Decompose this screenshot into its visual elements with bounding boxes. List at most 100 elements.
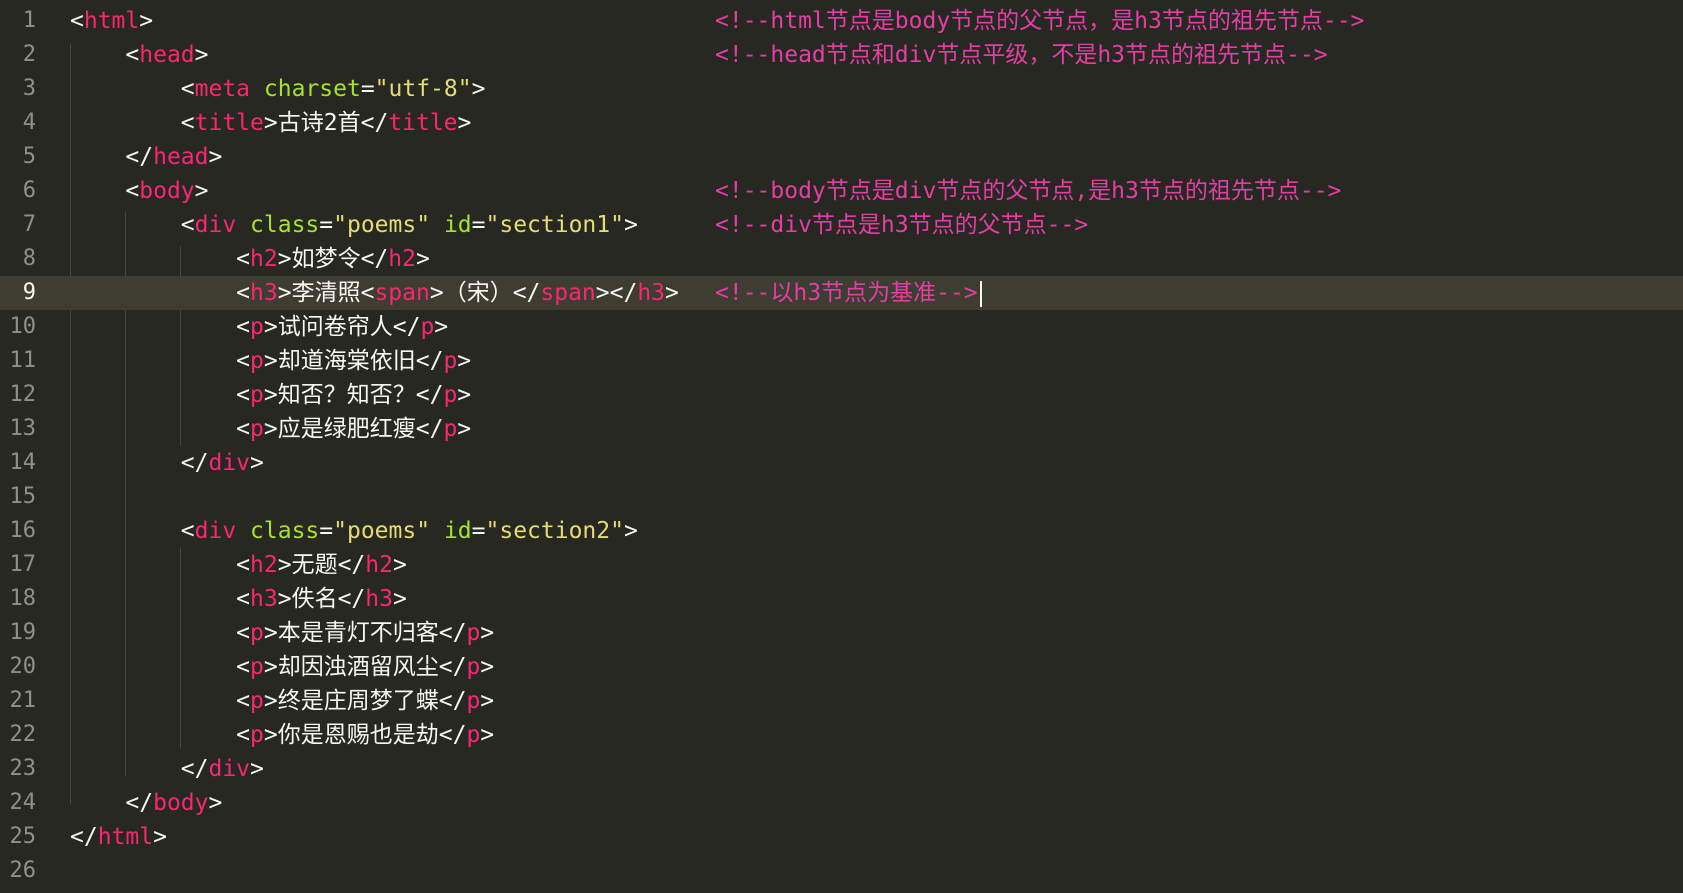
code-text: <p>知否？知否？</p> <box>70 378 471 412</box>
code-text: <title>古诗2首</title> <box>70 106 472 140</box>
code-token: > <box>277 586 292 612</box>
code-token: </ <box>360 110 389 136</box>
code-token: > <box>665 280 679 306</box>
code-text: <p>终是庄周梦了蝶</p> <box>70 684 494 718</box>
code-text: <meta charset="utf-8"> <box>70 72 486 106</box>
code-token: （宋） <box>443 280 513 306</box>
line-number: 3 <box>22 76 36 101</box>
code-token: = <box>319 212 334 238</box>
code-line[interactable]: 14 </div> <box>0 446 1683 480</box>
code-token: > <box>263 110 278 136</box>
code-text: <div class="poems" id="section1"> <box>70 208 638 242</box>
line-number: 24 <box>9 790 37 815</box>
code-line[interactable]: 25 </html> <box>0 820 1683 854</box>
code-token: > <box>623 518 638 544</box>
code-token: > <box>263 722 278 748</box>
code-token: div <box>194 518 237 544</box>
code-token: > <box>457 110 472 136</box>
code-token: p <box>443 382 458 408</box>
code-token: > <box>392 552 407 578</box>
code-line[interactable]: 6 <body> <!--body节点是div节点的父节点,是h3节点的祖先节点-… <box>0 174 1683 208</box>
code-token: head <box>139 42 195 68</box>
line-number: 10 <box>9 314 37 339</box>
code-token: </ <box>70 824 98 850</box>
code-text: <head> <box>70 38 209 72</box>
line-number: 25 <box>9 824 37 849</box>
code-token: 你是恩赐也是劫 <box>277 722 439 748</box>
code-token: > <box>263 382 278 408</box>
line-number: 4 <box>22 110 36 135</box>
code-line[interactable]: 19 <p>本是青灯不归客</p> <box>0 616 1683 650</box>
code-token: </ <box>438 654 467 680</box>
code-token: "section2" <box>485 518 624 544</box>
code-line[interactable]: 4 <title>古诗2首</title> <box>0 106 1683 140</box>
code-line[interactable]: 22 <p>你是恩赐也是劫</p> <box>0 718 1683 752</box>
code-text: </body> <box>70 786 222 820</box>
code-line[interactable]: 12 <p>知否？知否？</p> <box>0 378 1683 412</box>
code-comment: <!--以h3节点为基准--> <box>715 276 982 310</box>
code-token: > <box>471 76 486 102</box>
code-line[interactable]: 11 <p>却道海棠依旧</p> <box>0 344 1683 378</box>
code-token: class <box>250 518 320 544</box>
code-token: p <box>420 314 435 340</box>
comment-text: <!--head节点和div节点平级，不是h3节点的祖先节点--> <box>715 42 1328 68</box>
code-text: <div class="poems" id="section2"> <box>70 514 638 548</box>
code-text: <h2>无题</h2> <box>70 548 407 582</box>
code-token: h2 <box>365 552 393 578</box>
code-token: html <box>83 8 140 34</box>
code-line[interactable]: 21 <p>终是庄周梦了蝶</p> <box>0 684 1683 718</box>
code-line[interactable]: 3 <meta charset="utf-8"> <box>0 72 1683 106</box>
code-token: h3 <box>637 280 666 306</box>
code-token: > <box>263 348 278 374</box>
code-line[interactable]: 5 </head> <box>0 140 1683 174</box>
code-token: < <box>70 314 251 340</box>
code-line[interactable]: 26 <box>0 854 1683 888</box>
code-token: 知否？知否？ <box>277 382 416 408</box>
code-line[interactable]: 1 <html> <!--html节点是body节点的父节点，是h3节点的祖先节点-… <box>0 4 1683 38</box>
code-line[interactable]: 8 <h2>如梦令</h2> <box>0 242 1683 276</box>
code-text: <p>本是青灯不归客</p> <box>70 616 494 650</box>
line-number: 22 <box>9 722 37 747</box>
code-editor[interactable]: 1 <html> <!--html节点是body节点的父节点，是h3节点的祖先节点-… <box>0 0 1683 893</box>
code-token: </ <box>337 552 366 578</box>
code-line[interactable]: 2 <head> <!--head节点和div节点平级，不是h3节点的祖先节点--… <box>0 38 1683 72</box>
code-line[interactable]: 13 <p>应是绿肥红瘦</p> <box>0 412 1683 446</box>
code-line[interactable]: 7 <div class="poems" id="section1"> <!--d… <box>0 208 1683 242</box>
code-token: = <box>471 518 486 544</box>
code-line[interactable]: 24 </body> <box>0 786 1683 820</box>
code-token: title <box>388 110 458 136</box>
code-token: p <box>466 688 481 714</box>
line-number: 15 <box>9 484 37 509</box>
code-line[interactable]: 20 <p>却因浊酒留风尘</p> <box>0 650 1683 684</box>
line-number: 16 <box>9 518 37 543</box>
code-token: </ <box>438 620 467 646</box>
code-token: > <box>457 348 472 374</box>
code-line[interactable]: 18 <h3>佚名</h3> <box>0 582 1683 616</box>
code-token: "poems" <box>333 518 431 544</box>
code-token: 却因浊酒留风尘 <box>277 654 439 680</box>
code-token: body <box>139 178 195 204</box>
code-token: h3 <box>250 280 278 306</box>
code-token: > <box>480 722 495 748</box>
code-line[interactable]: 17 <h2>无题</h2> <box>0 548 1683 582</box>
code-token: p <box>250 382 264 408</box>
code-token: 古诗2首 <box>277 110 361 136</box>
code-line[interactable]: 16 <div class="poems" id="section2"> <box>0 514 1683 548</box>
code-token: > <box>194 42 209 68</box>
code-token: p <box>250 348 264 374</box>
code-line[interactable]: 15 <box>0 480 1683 514</box>
code-token: > <box>194 178 209 204</box>
code-text: <h3>李清照<span>（宋）</span></h3> <box>70 276 679 310</box>
code-token: p <box>250 654 264 680</box>
code-text: <p>应是绿肥红瘦</p> <box>70 412 471 446</box>
code-token: > <box>392 586 407 612</box>
code-text: </div> <box>70 446 264 480</box>
code-token: 却道海棠依旧 <box>277 348 416 374</box>
code-line[interactable]: 23 </div> <box>0 752 1683 786</box>
code-token: h2 <box>250 552 278 578</box>
code-line[interactable]: 9 <h3>李清照<span>（宋）</span></h3> <!--以h3节点为… <box>0 276 1683 310</box>
code-line[interactable]: 10 <p>试问卷帘人</p> <box>0 310 1683 344</box>
code-token: < <box>70 586 251 612</box>
